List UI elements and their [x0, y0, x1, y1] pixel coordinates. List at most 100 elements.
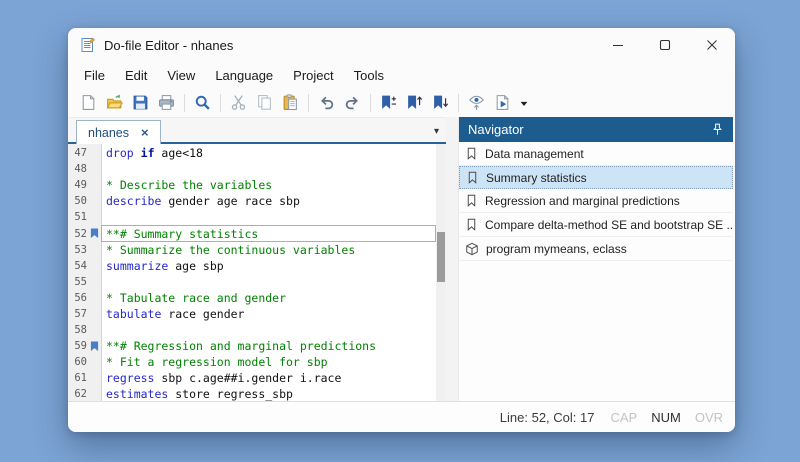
editor-pane: nhanes × ▾ 47 drop if age<184849* Describ…	[68, 117, 446, 401]
code-text[interactable]	[101, 161, 436, 177]
ovr-indicator: OVR	[695, 410, 723, 425]
code-line[interactable]: 55	[68, 274, 436, 290]
line-number: 51	[68, 211, 87, 223]
toolbar-separator	[308, 94, 309, 112]
bookmark-marker-icon[interactable]	[90, 341, 99, 352]
navigator-item-label: Summary statistics	[486, 171, 587, 185]
code-line[interactable]: 48	[68, 161, 436, 177]
code-text[interactable]	[101, 322, 436, 338]
code-line[interactable]: 51	[68, 209, 436, 225]
code-text[interactable]: estimates store regress_sbp	[101, 386, 436, 401]
menu-item-tools[interactable]: Tools	[344, 65, 394, 86]
paste-button[interactable]	[278, 91, 303, 115]
copy-icon	[256, 94, 273, 111]
previous-bookmark-button[interactable]	[402, 91, 427, 115]
editor-vertical-scrollbar[interactable]	[436, 144, 446, 401]
toolbar-separator	[184, 94, 185, 112]
code-text[interactable]: describe gender age race sbp	[101, 193, 436, 209]
code-text[interactable]: * Fit a regression model for sbp	[101, 354, 436, 370]
menu-item-file[interactable]: File	[74, 65, 115, 86]
code-text[interactable]: * Describe the variables	[101, 177, 436, 193]
code-text[interactable]: tabulate race gender	[101, 306, 436, 322]
code-area[interactable]: 47 drop if age<184849* Describe the varia…	[68, 144, 436, 401]
code-text[interactable]	[101, 209, 436, 225]
toolbar	[68, 88, 735, 117]
close-button[interactable]	[688, 28, 735, 62]
code-text[interactable]: * Summarize the continuous variables	[101, 242, 436, 258]
title-bar[interactable]: Do-file Editor - nhanes	[68, 28, 735, 62]
code-line[interactable]: 49* Describe the variables	[68, 177, 436, 193]
cursor-position: Line: 52, Col: 17	[500, 410, 595, 425]
print-button[interactable]	[154, 91, 179, 115]
line-number: 62	[68, 388, 87, 400]
run-quietly-button[interactable]	[464, 91, 489, 115]
menu-item-project[interactable]: Project	[283, 65, 343, 86]
navigator-item[interactable]: Summary statistics	[459, 166, 733, 189]
code-line[interactable]: 62 estimates store regress_sbp	[68, 386, 436, 401]
tab-nhanes[interactable]: nhanes ×	[76, 120, 161, 144]
execute-do-menu-button[interactable]	[516, 91, 531, 115]
code-text[interactable]: drop if age<18	[101, 145, 436, 161]
toggle-bookmark-button[interactable]	[376, 91, 401, 115]
code-line[interactable]: 47 drop if age<18	[68, 145, 436, 161]
new-do-file-icon	[80, 94, 97, 111]
menu-item-language[interactable]: Language	[205, 65, 283, 86]
dofile-editor-window: Do-file Editor - nhanes FileEditViewLang…	[68, 28, 735, 432]
pane-splitter[interactable]	[446, 117, 458, 401]
code-line[interactable]: 52**# Summary statistics	[68, 225, 436, 241]
minimize-button[interactable]	[594, 28, 641, 62]
code-line[interactable]: 60* Fit a regression model for sbp	[68, 354, 436, 370]
open-icon	[106, 94, 123, 111]
code-line[interactable]: 50describe gender age race sbp	[68, 193, 436, 209]
line-number: 47	[68, 147, 87, 159]
code-text[interactable]: **# Regression and marginal predictions	[101, 338, 436, 354]
next-bookmark-button[interactable]	[428, 91, 453, 115]
code-text[interactable]: **# Summary statistics	[101, 225, 436, 241]
navigator-item[interactable]: program mymeans, eclass	[459, 237, 733, 261]
cut-button[interactable]	[226, 91, 251, 115]
code-line[interactable]: 56* Tabulate race and gender	[68, 290, 436, 306]
navigator-header: Navigator	[459, 117, 733, 142]
cut-icon	[230, 94, 247, 111]
gutter-bookmark-slot	[87, 228, 101, 239]
code-text[interactable]	[101, 274, 436, 290]
code-line[interactable]: 54summarize age sbp	[68, 258, 436, 274]
bookmark-marker-icon[interactable]	[90, 228, 99, 239]
scrollbar-thumb[interactable]	[437, 232, 445, 282]
code-line[interactable]: 57tabulate race gender	[68, 306, 436, 322]
copy-button[interactable]	[252, 91, 277, 115]
navigator-item[interactable]: Regression and marginal predictions	[459, 189, 733, 213]
navigator-item[interactable]: Data management	[459, 142, 733, 166]
save-icon	[132, 94, 149, 111]
new-do-file-button[interactable]	[76, 91, 101, 115]
code-line[interactable]: 53* Summarize the continuous variables	[68, 242, 436, 258]
line-number: 61	[68, 372, 87, 384]
tab-close-icon[interactable]: ×	[141, 126, 149, 139]
pin-icon[interactable]	[711, 123, 724, 136]
line-number: 55	[68, 276, 87, 288]
bookmark-icon	[465, 194, 478, 207]
save-button[interactable]	[128, 91, 153, 115]
window-title: Do-file Editor - nhanes	[104, 38, 594, 53]
desktop: Do-file Editor - nhanes FileEditViewLang…	[0, 0, 800, 462]
print-icon	[158, 94, 175, 111]
gutter-bookmark-slot	[87, 341, 101, 352]
code-text[interactable]: summarize age sbp	[101, 258, 436, 274]
navigator-item[interactable]: Compare delta-method SE and bootstrap SE…	[459, 213, 733, 237]
code-line[interactable]: 59 **# Regression and marginal prediction…	[68, 338, 436, 354]
maximize-button[interactable]	[641, 28, 688, 62]
code-text[interactable]: * Tabulate race and gender	[101, 290, 436, 306]
redo-button[interactable]	[340, 91, 365, 115]
menu-item-view[interactable]: View	[157, 65, 205, 86]
cap-indicator: CAP	[610, 410, 637, 425]
code-text[interactable]: regress sbp c.age##i.gender i.race	[101, 370, 436, 386]
menu-item-edit[interactable]: Edit	[115, 65, 157, 86]
code-line[interactable]: 58	[68, 322, 436, 338]
tab-list-dropdown-icon[interactable]: ▾	[434, 126, 439, 137]
find-button[interactable]	[190, 91, 215, 115]
code-line[interactable]: 61 regress sbp c.age##i.gender i.race	[68, 370, 436, 386]
execute-do-button[interactable]	[490, 91, 515, 115]
open-button[interactable]	[102, 91, 127, 115]
undo-button[interactable]	[314, 91, 339, 115]
line-number: 59	[68, 340, 87, 352]
